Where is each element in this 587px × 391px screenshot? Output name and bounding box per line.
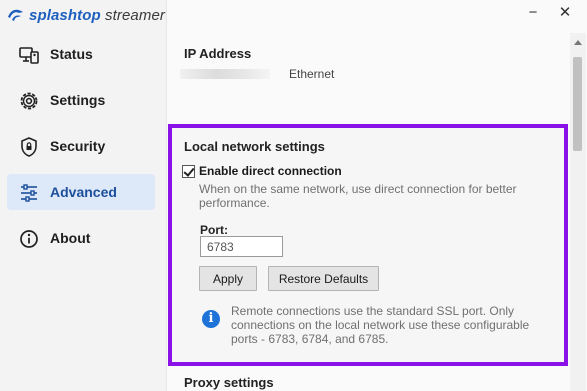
direct-connection-description: When on the same network, use direct con… (199, 182, 517, 210)
scrollbar-thumb[interactable] (573, 57, 582, 151)
sidebar: splashtop streamer Status Settings Secur… (0, 0, 167, 391)
sidebar-item-label: About (50, 230, 91, 246)
ip-address-heading: IP Address (184, 46, 252, 61)
minimize-button[interactable]: − (521, 3, 545, 23)
gear-icon (20, 92, 38, 110)
info-icon: i (202, 310, 220, 328)
sliders-icon (21, 184, 37, 202)
sidebar-item-settings[interactable]: Settings (7, 82, 155, 118)
proxy-settings-heading: Proxy settings (184, 375, 274, 390)
ssl-port-info-text: Remote connections use the standard SSL … (231, 304, 530, 346)
splashtop-logo-icon (8, 9, 23, 21)
status-icon (19, 47, 39, 64)
sidebar-item-label: Settings (50, 92, 106, 108)
info-icon (20, 230, 38, 248)
apply-button[interactable]: Apply (199, 266, 257, 291)
sidebar-item-status[interactable]: Status (7, 36, 155, 72)
main-panel: − ✕ IP Address Ethernet Local network se… (168, 0, 587, 391)
sidebar-item-advanced[interactable]: Advanced (7, 174, 155, 210)
enable-direct-connection-checkbox[interactable] (182, 164, 195, 178)
enable-direct-connection-row[interactable]: Enable direct connection (182, 164, 342, 178)
sidebar-item-label: Security (50, 138, 106, 154)
port-input[interactable] (200, 236, 283, 257)
app-logo: splashtop streamer (6, 4, 165, 26)
ip-address-value-redacted (180, 69, 270, 79)
app-title: splashtop streamer (29, 6, 165, 24)
restore-defaults-button[interactable]: Restore Defaults (268, 266, 379, 291)
sidebar-item-about[interactable]: About (7, 220, 155, 256)
sidebar-item-label: Status (50, 46, 93, 62)
close-button[interactable]: ✕ (553, 3, 577, 23)
sidebar-item-label: Advanced (50, 184, 117, 200)
local-network-settings-section: Local network settings Enable direct con… (168, 124, 568, 366)
sidebar-item-security[interactable]: Security (7, 128, 155, 164)
shield-icon (21, 137, 37, 157)
port-label: Port: (200, 223, 228, 237)
scroll-up-arrow-icon[interactable] (574, 40, 582, 45)
enable-direct-connection-label: Enable direct connection (199, 164, 342, 178)
section-title: Local network settings (184, 139, 325, 154)
ip-interface-label: Ethernet (289, 67, 335, 81)
